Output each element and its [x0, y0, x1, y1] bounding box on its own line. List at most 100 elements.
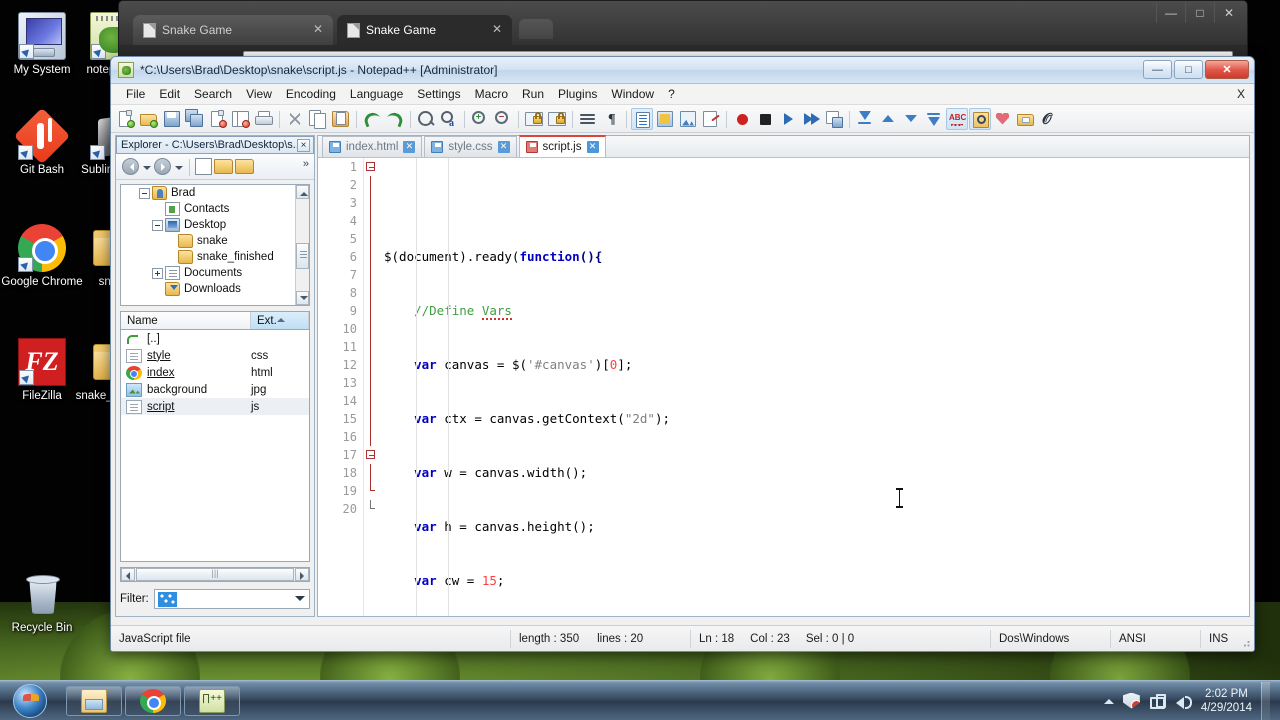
find-icon[interactable]: [415, 108, 437, 130]
tree-item-contacts[interactable]: Contacts: [121, 201, 309, 217]
chrome-maximize-button[interactable]: □: [1185, 3, 1214, 23]
close-tab-icon[interactable]: ✕: [403, 141, 416, 153]
code-line-3[interactable]: var canvas = $('#canvas')[0];: [380, 356, 1249, 374]
chrome-minimize-button[interactable]: —: [1156, 3, 1185, 23]
editor-tab-index-html[interactable]: index.html ✕: [322, 136, 423, 157]
code-folding-column[interactable]: [364, 158, 378, 616]
code-line-4[interactable]: var ctx = canvas.getContext("2d");: [380, 410, 1249, 428]
list-item[interactable]: style css: [121, 347, 309, 364]
menu-item-help[interactable]: ?: [661, 85, 682, 103]
npp-window-controls[interactable]: — □ ✕: [1143, 60, 1249, 79]
close-tab-icon[interactable]: ✕: [492, 23, 504, 35]
code-line-5[interactable]: var w = canvas.width();: [380, 464, 1249, 482]
overflow-chevron-icon[interactable]: »: [303, 158, 309, 170]
fold-toggle-line-17[interactable]: [364, 446, 378, 464]
tree-item-snake[interactable]: snake: [121, 233, 309, 249]
spell-check-icon[interactable]: ABC: [946, 107, 968, 130]
code-editing-surface[interactable]: 1 2 3 4 5 6 7 8 9 10 11 12 13 14 15 16 1…: [318, 158, 1249, 616]
browser-tab-2[interactable]: Snake Game ✕: [337, 15, 512, 45]
scrollbar-thumb[interactable]: [296, 243, 309, 269]
file-list-horizontal-scrollbar[interactable]: [120, 567, 310, 582]
explorer-panel[interactable]: Explorer - C:\Users\Brad\Desktop\s... × …: [115, 135, 315, 617]
filter-input[interactable]: [153, 589, 310, 609]
donate-icon[interactable]: [992, 108, 1014, 130]
chrome-tab-strip[interactable]: Snake Game ✕ Snake Game ✕ — □ ✕: [119, 1, 1247, 45]
tree-item-downloads[interactable]: Downloads: [121, 281, 309, 297]
taskbar-item-google-chrome[interactable]: [125, 685, 181, 716]
forward-history-chevron-down-icon[interactable]: [173, 159, 184, 175]
tree-item-documents[interactable]: Documents: [121, 265, 309, 281]
close-tab-icon[interactable]: ✕: [497, 141, 510, 153]
filter-bar[interactable]: Filter:: [120, 588, 310, 610]
collapse-toggle-icon[interactable]: [152, 219, 163, 231]
new-tab-button[interactable]: [519, 19, 553, 39]
redo-icon[interactable]: [384, 108, 406, 130]
browser-tab-1[interactable]: Snake Game ✕: [133, 15, 333, 45]
expand-level-icon[interactable]: [900, 108, 922, 130]
list-item[interactable]: index html: [121, 364, 309, 381]
print-icon[interactable]: [253, 108, 275, 130]
open-file-icon[interactable]: [138, 108, 160, 130]
function-list-icon[interactable]: [700, 108, 722, 130]
replace-icon[interactable]: a: [438, 108, 460, 130]
close-icon[interactable]: ×: [297, 139, 310, 152]
collapse-level-icon[interactable]: [877, 108, 899, 130]
new-folder-icon[interactable]: [214, 159, 233, 174]
new-file-icon[interactable]: [115, 108, 137, 130]
file-list[interactable]: [..] style css index html background jpg…: [120, 330, 310, 562]
menu-item-language[interactable]: Language: [343, 85, 410, 103]
cut-icon[interactable]: [284, 108, 306, 130]
list-item[interactable]: [..]: [121, 330, 309, 347]
taskbar-item-windows-explorer[interactable]: [66, 685, 122, 716]
tree-item-brad[interactable]: Brad: [121, 185, 309, 201]
save-macro-icon[interactable]: [823, 108, 845, 130]
chrome-window-controls[interactable]: — □ ✕: [1156, 3, 1243, 23]
scroll-left-icon[interactable]: [121, 568, 135, 581]
start-button[interactable]: [4, 682, 56, 720]
folder-as-workspace-icon[interactable]: [1015, 108, 1037, 130]
menu-item-window[interactable]: Window: [604, 85, 661, 103]
network-icon[interactable]: [1149, 693, 1166, 709]
expand-toggle-icon[interactable]: [152, 267, 163, 279]
back-icon[interactable]: [122, 158, 139, 175]
sync-horizontal-scroll-icon[interactable]: [546, 108, 568, 130]
close-tab-icon[interactable]: ✕: [313, 23, 325, 35]
menu-item-view[interactable]: View: [239, 85, 279, 103]
close-button[interactable]: ✕: [1205, 60, 1249, 79]
folder-tree[interactable]: Brad Contacts Desktop snake snake_finish…: [120, 184, 310, 306]
toolbar[interactable]: a ¶ ABC 𝒪: [111, 105, 1254, 133]
list-item[interactable]: background jpg: [121, 381, 309, 398]
show-hidden-icons-chevron-icon[interactable]: [1103, 694, 1114, 704]
open-folder-icon[interactable]: [235, 159, 254, 174]
save-all-icon[interactable]: [184, 108, 206, 130]
close-all-files-icon[interactable]: [230, 108, 252, 130]
system-tray[interactable]: 2:02 PM 4/29/2014: [1103, 681, 1280, 720]
document-preview-icon[interactable]: [969, 107, 991, 130]
fold-toggle-line-1[interactable]: [364, 158, 378, 176]
scrollbar-thumb[interactable]: [136, 568, 294, 581]
taskbar-buttons[interactable]: [66, 685, 240, 716]
chrome-close-button[interactable]: ✕: [1214, 3, 1243, 23]
list-item[interactable]: script js: [121, 398, 309, 415]
start-record-macro-icon[interactable]: [731, 108, 753, 130]
npp-title-bar[interactable]: *C:\Users\Brad\Desktop\snake\script.js -…: [111, 57, 1254, 84]
user-defined-language-icon[interactable]: [654, 108, 676, 130]
close-file-icon[interactable]: [207, 108, 229, 130]
column-header-ext[interactable]: Ext.: [251, 312, 309, 329]
maximize-button[interactable]: □: [1174, 60, 1203, 79]
tree-item-snake-finished[interactable]: snake_finished: [121, 249, 309, 265]
run-macro-multiple-icon[interactable]: [800, 108, 822, 130]
play-macro-icon[interactable]: [777, 108, 799, 130]
save-icon[interactable]: [161, 108, 183, 130]
code-line-6[interactable]: var h = canvas.height();: [380, 518, 1249, 536]
notepad-plus-plus-window[interactable]: *C:\Users\Brad\Desktop\snake\script.js -…: [110, 56, 1255, 652]
security-shield-icon[interactable]: [1122, 692, 1140, 709]
editor-tab-style-css[interactable]: style.css ✕: [424, 136, 517, 157]
menu-bar[interactable]: File Edit Search View Encoding Language …: [111, 84, 1254, 105]
close-tab-icon[interactable]: ✕: [586, 141, 599, 153]
undo-icon[interactable]: [361, 108, 383, 130]
paste-icon[interactable]: [330, 108, 352, 130]
word-wrap-icon[interactable]: [577, 108, 599, 130]
editor-tab-script-js[interactable]: script.js ✕: [518, 135, 606, 157]
taskbar-item-notepad-plus-plus[interactable]: [184, 685, 240, 716]
